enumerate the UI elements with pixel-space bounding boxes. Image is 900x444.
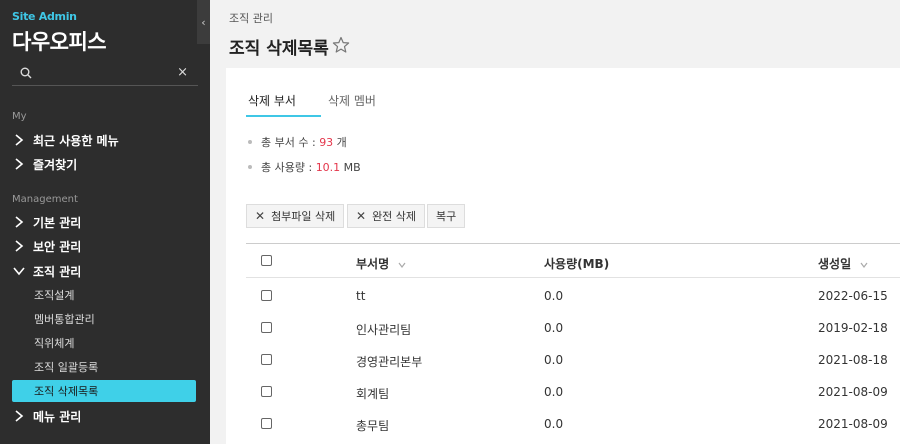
table-row[interactable]: 회계팀 0.0 2021-08-09	[246, 376, 900, 408]
table-row[interactable]: tt 0.0 2022-06-15	[246, 280, 900, 312]
column-label: 생성일	[818, 257, 852, 271]
stat-unit: 개	[333, 136, 347, 149]
cell-created: 2019-02-18	[818, 321, 888, 335]
column-label: 부서명	[356, 257, 390, 271]
bullet	[248, 165, 252, 169]
row-checkbox[interactable]	[261, 386, 272, 397]
cell-usage: 0.0	[544, 289, 564, 303]
chevron-right-icon	[15, 240, 24, 252]
cell-created: 2021-08-18	[818, 353, 888, 367]
button-label: 첨부파일 삭제	[271, 210, 336, 223]
chevron-right-icon	[15, 134, 24, 146]
cell-name: tt	[356, 289, 366, 303]
sidebar-item-label: 즐겨찾기	[33, 157, 78, 172]
cell-name: 회계팀	[356, 387, 390, 401]
chevron-down-icon	[13, 267, 25, 276]
breadcrumb: 조직 관리	[229, 12, 273, 25]
stat-label: 총 사용량 :	[261, 161, 316, 174]
sidebar-subitem-org-design[interactable]: 조직설계	[12, 284, 196, 306]
cell-created: 2021-08-09	[818, 417, 888, 431]
chevron-right-icon	[15, 216, 24, 228]
sidebar-subitem-org-deleted-list[interactable]: 조직 삭제목록	[12, 380, 196, 402]
sidebar-item-label: 메뉴 관리	[33, 409, 82, 424]
chevron-down-icon	[860, 262, 868, 268]
stat-department-count: 총 부서 수 : 93 개	[248, 134, 347, 150]
content-panel: 삭제 부서 삭제 멤버 총 부서 수 : 93 개 총 사용량 : 10.1 M…	[226, 68, 900, 444]
sidebar-subitem-org-bulk-register[interactable]: 조직 일괄등록	[12, 356, 196, 378]
stat-value: 10.1	[315, 160, 341, 174]
cell-name: 경영관리본부	[356, 355, 423, 369]
cell-name: 총무팀	[356, 419, 390, 433]
sidebar-item-basic-management[interactable]: 기본 관리	[12, 211, 198, 233]
sidebar-subitem-position-system[interactable]: 직위체계	[12, 332, 196, 354]
stat-total-usage: 총 사용량 : 10.1 MB	[248, 159, 361, 175]
sidebar-item-security-management[interactable]: 보안 관리	[12, 235, 198, 257]
close-icon: ✕	[356, 209, 367, 223]
table-header: 부서명 사용량(MB) 생성일	[246, 243, 900, 278]
star-icon[interactable]	[332, 36, 350, 54]
row-checkbox[interactable]	[261, 322, 272, 333]
sidebar-collapse-button[interactable]: ‹	[197, 0, 210, 44]
chevron-right-icon	[15, 158, 24, 170]
cell-usage: 0.0	[544, 321, 564, 335]
tab-deleted-members[interactable]: 삭제 멤버	[328, 92, 376, 109]
sidebar-subitem-member-integration[interactable]: 멤버통합관리	[12, 308, 196, 330]
brand-logo[interactable]: 다우오피스	[12, 26, 107, 56]
clear-icon[interactable]: ×	[177, 65, 188, 80]
row-checkbox[interactable]	[261, 290, 272, 301]
sidebar-item-favorites[interactable]: 즐겨찾기	[12, 153, 198, 175]
section-label-management: Management	[12, 194, 78, 205]
menu-search[interactable]: ×	[12, 62, 198, 86]
column-header-usage: 사용량(MB)	[544, 257, 610, 271]
chevron-down-icon	[398, 262, 406, 268]
sidebar-item-label: 최근 사용한 메뉴	[33, 133, 119, 148]
stat-label: 총 부서 수 :	[261, 136, 320, 149]
sidebar-item-menu-management[interactable]: 메뉴 관리	[12, 405, 198, 427]
select-all-checkbox[interactable]	[261, 255, 272, 266]
row-checkbox[interactable]	[261, 418, 272, 429]
sidebar-item-recent-menu[interactable]: 최근 사용한 메뉴	[12, 129, 198, 151]
column-header-created[interactable]: 생성일	[818, 255, 869, 272]
stat-value: 93	[319, 135, 334, 149]
sidebar: Site Admin 다우오피스 ‹ × My 최근 사용한 메뉴 즐겨찾기 M…	[0, 0, 210, 444]
cell-created: 2022-06-15	[818, 289, 888, 303]
cell-usage: 0.0	[544, 353, 564, 367]
column-header-name[interactable]: 부서명	[356, 255, 407, 272]
bullet	[248, 140, 252, 144]
restore-button[interactable]: 복구	[427, 204, 466, 228]
sidebar-item-label: 조직 관리	[33, 264, 82, 279]
delete-permanently-button[interactable]: ✕ 완전 삭제	[347, 204, 426, 228]
sidebar-item-org-management[interactable]: 조직 관리	[12, 260, 198, 282]
cell-usage: 0.0	[544, 417, 564, 431]
close-icon: ✕	[255, 209, 266, 223]
row-checkbox[interactable]	[261, 354, 272, 365]
search-icon	[20, 67, 32, 79]
table-row[interactable]: 총무팀 0.0 2021-08-09	[246, 408, 900, 440]
active-tab-indicator	[246, 115, 321, 117]
chevron-right-icon	[15, 410, 24, 422]
sidebar-item-label: 보안 관리	[33, 239, 82, 254]
sidebar-item-label: 기본 관리	[33, 215, 82, 230]
brand-site-admin: Site Admin	[12, 10, 77, 23]
table-row[interactable]: 인사관리팀 0.0 2019-02-18	[246, 312, 900, 344]
cell-name: 인사관리팀	[356, 323, 412, 337]
cell-created: 2021-08-09	[818, 385, 888, 399]
section-label-my: My	[12, 111, 27, 122]
stat-unit: MB	[340, 160, 361, 174]
button-label: 완전 삭제	[372, 210, 417, 223]
page-title: 조직 삭제목록	[229, 39, 329, 59]
table-row[interactable]: 경영관리본부 0.0 2021-08-18	[246, 344, 900, 376]
delete-attachments-button[interactable]: ✕ 첨부파일 삭제	[246, 204, 345, 228]
tab-deleted-departments[interactable]: 삭제 부서	[248, 92, 296, 109]
cell-usage: 0.0	[544, 385, 564, 399]
